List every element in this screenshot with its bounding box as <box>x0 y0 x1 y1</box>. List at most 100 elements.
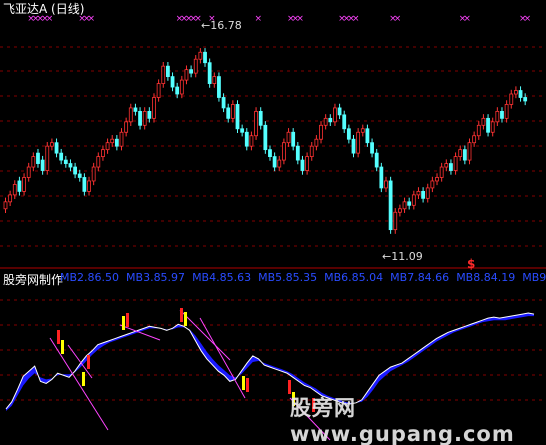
candle-body <box>481 117 486 126</box>
candle-body <box>221 97 226 109</box>
candle-body <box>449 163 453 171</box>
candle-body <box>300 159 305 171</box>
candle-body <box>328 117 333 123</box>
candle-body <box>114 138 119 147</box>
candle-body <box>374 152 379 168</box>
candle-body <box>393 211 398 231</box>
candle-body <box>82 177 87 192</box>
candle-body <box>105 142 110 151</box>
candle-body <box>495 110 500 123</box>
watermark: 股旁网 www.gupang.com <box>290 396 515 445</box>
candle-body <box>54 142 59 154</box>
indicator-title: 股旁网制作 <box>3 273 64 287</box>
signal-bar <box>87 355 90 369</box>
candle-body <box>59 152 64 161</box>
candle-body <box>63 159 68 164</box>
candle-body <box>407 201 412 206</box>
candle-body <box>119 131 124 147</box>
candle-body <box>198 51 203 60</box>
candle-body <box>184 69 189 81</box>
candle-body <box>509 93 514 105</box>
high-price-label: ←16.78 <box>201 19 242 32</box>
candle-body <box>333 107 337 123</box>
top-marker: × <box>463 14 471 24</box>
candle-body <box>17 180 22 192</box>
candle-body <box>295 145 300 161</box>
candle-body <box>263 124 268 151</box>
candle-body <box>203 51 207 64</box>
candle-body <box>12 184 17 196</box>
slope-line <box>49 337 109 431</box>
candle-body <box>523 97 528 102</box>
candle-body <box>346 128 351 140</box>
candle-body <box>230 104 235 119</box>
candle-body <box>397 208 402 213</box>
candle-body <box>138 110 142 126</box>
signal-bar <box>180 308 183 322</box>
candle-body <box>68 163 73 168</box>
candle-body <box>3 201 8 210</box>
candle-body <box>96 156 101 168</box>
top-marker: × <box>524 14 532 24</box>
candle-body <box>314 138 319 147</box>
chart-canvas: ××××× ××× ××××× × × ××× ×××× ×× ×× ×× <box>0 14 546 441</box>
candle-body <box>124 121 129 133</box>
top-marker: × <box>296 14 304 24</box>
candle-body <box>101 149 105 158</box>
candle-body <box>77 173 82 178</box>
candle-body <box>277 159 282 168</box>
candle-body <box>370 142 374 154</box>
candle-body <box>337 107 342 116</box>
candle-body <box>45 145 50 171</box>
candle-body <box>458 149 463 158</box>
candle-body <box>133 107 138 112</box>
candle-body <box>309 145 314 158</box>
candle-body <box>36 152 40 164</box>
candle-body <box>291 131 296 147</box>
candle-body <box>439 166 444 178</box>
top-marker: × <box>255 14 263 24</box>
candle-body <box>110 138 115 144</box>
mb-labels-row: MB2.86.50 MB3.85.97 MB4.85.63 MB5.85.35 MB6.… <box>60 271 546 284</box>
candle-body <box>356 131 361 154</box>
candle-body <box>189 69 194 74</box>
signal-bar <box>82 372 85 386</box>
mb-label: MB8.84.19 <box>456 271 516 284</box>
mb-label: MB7.84.66 <box>390 271 450 284</box>
candle-body <box>411 194 416 206</box>
candle-body <box>305 156 310 171</box>
candle-body <box>268 149 272 158</box>
candle-body <box>472 135 477 144</box>
candle-body <box>272 156 277 168</box>
candle-body <box>476 124 481 137</box>
candle-body <box>416 190 421 196</box>
signal-bar <box>246 378 249 392</box>
candle-body <box>421 190 426 199</box>
candle-body <box>388 180 393 231</box>
candle-body <box>217 76 221 98</box>
signal-bar <box>57 330 60 344</box>
candle-body <box>152 97 156 119</box>
candle-body <box>142 110 147 126</box>
candle-body <box>207 62 212 84</box>
candle-body <box>486 117 490 133</box>
candle-body <box>319 124 323 140</box>
candle-body <box>22 177 26 192</box>
candle-body <box>26 166 31 178</box>
signal-dollar-marker: $ <box>467 257 476 271</box>
candle-body <box>462 149 467 161</box>
candle-body <box>175 86 180 95</box>
candle-body <box>240 128 245 133</box>
top-marker: × <box>352 14 360 24</box>
candle-body <box>351 138 356 154</box>
candle-body <box>453 156 458 171</box>
candle-body <box>244 131 249 147</box>
mb-label: MB3.85.97 <box>126 271 186 284</box>
candle-body <box>425 187 430 199</box>
mb-label: MB9 <box>522 271 546 284</box>
candle-body <box>360 128 365 133</box>
candle-body <box>323 117 328 126</box>
candle-body <box>504 104 509 119</box>
mb-label: MB6.85.04 <box>324 271 384 284</box>
candle-body <box>430 180 435 189</box>
